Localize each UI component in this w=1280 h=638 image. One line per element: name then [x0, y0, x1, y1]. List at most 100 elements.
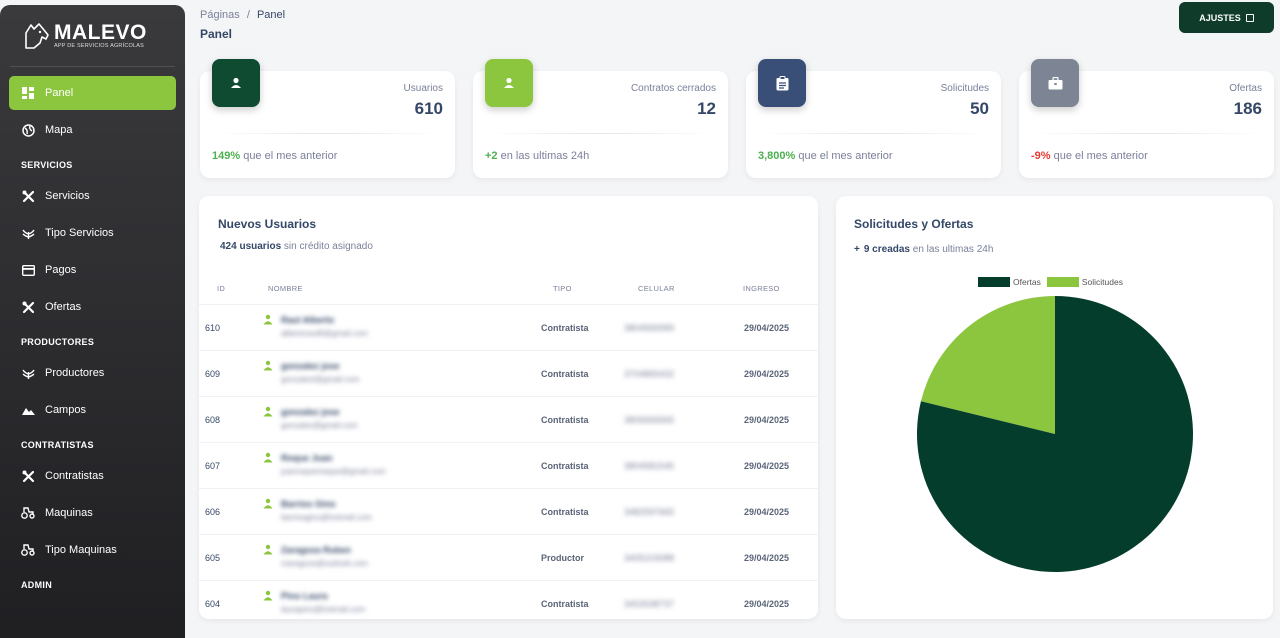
settings-button[interactable]: AJUSTES: [1179, 2, 1274, 33]
created-count: 9 creadas: [863, 244, 910, 255]
cell-type: Contratista: [541, 323, 589, 333]
sidebar-item-label: Pagos: [45, 264, 77, 276]
stat-label: Usuarios: [403, 83, 443, 94]
sidebar-item-maquinas[interactable]: Maquinas: [9, 496, 176, 530]
breadcrumb-separator: /: [246, 9, 250, 21]
divider: [1031, 133, 1262, 134]
table-row[interactable]: 605 Zaragoza Ruben rzaragoza@outlook.com Pr…: [199, 534, 818, 580]
column-header-type[interactable]: TIPO: [553, 284, 572, 293]
table-row[interactable]: 606 Barrios Gino barriosgino@hotmail.com Co…: [199, 488, 818, 534]
cell-id: 604: [205, 599, 221, 609]
stat-card-offers: Ofertas 186 -9% que el mes anterior: [1019, 59, 1274, 178]
legend-label: Ofertas: [1013, 277, 1041, 287]
column-header-date[interactable]: INGRESO: [743, 284, 780, 293]
cell-user: Roque Juan juanroquemaque@gmail.com: [263, 452, 386, 476]
sidebar-item-contratistas[interactable]: Contratistas: [9, 459, 176, 493]
user-email: gonzalezl@gmail.com: [281, 375, 360, 384]
user-name: Raul Alberto: [281, 315, 335, 325]
sidebar-item-pagos[interactable]: Pagos: [9, 253, 176, 287]
agriculture-icon: [21, 226, 35, 240]
legend-item-solicitudes[interactable]: Solicitudes: [1046, 277, 1123, 287]
breadcrumb-root[interactable]: Páginas: [200, 9, 240, 21]
agriculture-icon: [21, 366, 35, 380]
dashboard-icon: [21, 86, 35, 100]
cell-date: 29/04/2025: [744, 369, 790, 379]
stat-card-requests: Solicitudes 50 3,800% que el mes anterior: [746, 59, 1001, 178]
legend-swatch: [978, 277, 1010, 287]
column-header-name[interactable]: NOMBRE: [268, 284, 303, 293]
table-row[interactable]: 607 Roque Juan juanroquemaque@gmail.com Con…: [199, 442, 818, 488]
person-icon: [263, 360, 273, 372]
cell-id: 605: [205, 553, 221, 563]
sidebar-item-tipo-servicios[interactable]: Tipo Servicios: [9, 216, 176, 250]
breadcrumb-current: Panel: [256, 9, 286, 21]
sidebar: MALEVO APP DE SERVICIOS AGRÍCOLAS Panel M…: [0, 5, 185, 638]
stat-label: Contratos cerrados: [630, 83, 716, 94]
cell-phone: 3704865432: [624, 369, 675, 379]
sidebar-item-productores[interactable]: Productores: [9, 356, 176, 390]
cell-phone: 3804581545: [624, 461, 675, 471]
stat-delta-text: en las ultimas 24h: [497, 150, 590, 162]
person-icon: [263, 590, 273, 602]
table-row[interactable]: 604 Pino Laura laurapino@hotmail.com Contra…: [199, 580, 818, 619]
sidebar-item-ofertas[interactable]: Ofertas: [9, 290, 176, 324]
person-icon: [263, 406, 273, 418]
sidebar-item-label: Mapa: [45, 124, 73, 136]
table-row[interactable]: 608 gonzalez jose gonzalez@gmail.com Contra…: [199, 396, 818, 442]
plus-icon: +: [854, 244, 860, 255]
sidebar-item-tipo-maquinas[interactable]: Tipo Maquinas: [9, 533, 176, 567]
user-name: Zaragoza Ruben: [281, 545, 352, 555]
stat-delta-text: que el mes anterior: [1050, 150, 1148, 162]
person-icon: [263, 544, 273, 556]
user-name: Roque Juan: [281, 453, 333, 463]
cell-date: 29/04/2025: [744, 461, 790, 471]
globe-icon: [21, 123, 35, 137]
stat-value: 50: [970, 99, 989, 118]
table-row[interactable]: 610 Raul Alberto albertoraul9@gmail.com Con…: [199, 304, 818, 350]
tools-icon: [21, 189, 35, 203]
cell-phone: 3806566565: [624, 415, 675, 425]
new-users-title: Nuevos Usuarios: [218, 217, 317, 231]
cell-phone: 3804565999: [624, 323, 675, 333]
legend-item-ofertas[interactable]: Ofertas: [978, 277, 1041, 287]
pie-chart: [917, 296, 1193, 572]
legend-label: Solicitudes: [1081, 277, 1123, 287]
sidebar-section-productores: PRODUCTORES: [21, 337, 95, 347]
requests-offers-card: Solicitudes y Ofertas +9 creadas en las …: [836, 196, 1273, 619]
cell-date: 29/04/2025: [744, 323, 790, 333]
cell-type: Contratista: [541, 369, 589, 379]
stat-delta-text: que el mes anterior: [240, 150, 338, 162]
user-email: barriosgino@hotmail.com: [281, 513, 372, 522]
person-icon: [485, 59, 533, 107]
sidebar-item-panel[interactable]: Panel: [9, 76, 176, 110]
landscape-icon: [21, 403, 35, 417]
square-icon: [1245, 13, 1254, 22]
stat-value: 610: [414, 99, 443, 118]
cell-type: Contratista: [541, 507, 589, 517]
sidebar-item-mapa[interactable]: Mapa: [9, 113, 176, 147]
cell-phone: 3402638737: [624, 599, 675, 609]
stat-label: Solicitudes: [940, 83, 989, 94]
sidebar-item-label: Productores: [45, 367, 105, 379]
chart-panel-subtitle: +9 creadas en las ultimas 24h: [854, 244, 993, 255]
sidebar-item-label: Servicios: [45, 190, 90, 202]
sidebar-item-servicios[interactable]: Servicios: [9, 179, 176, 213]
table-row[interactable]: 609 gonzalez jose gonzalezl@gmail.com Contr…: [199, 350, 818, 396]
stat-delta: -9%: [1031, 150, 1051, 162]
clipboard-icon: [758, 59, 806, 107]
user-name: gonzalez jose: [281, 407, 340, 417]
users-count-text: sin crédito asignado: [281, 241, 373, 252]
stat-delta: 149%: [212, 150, 241, 162]
user-name: Barrios Gino: [281, 499, 336, 509]
column-header-id[interactable]: ID: [217, 284, 225, 293]
column-header-phone[interactable]: CELULAR: [638, 284, 675, 293]
user-email: gonzalez@gmail.com: [281, 421, 358, 430]
brand[interactable]: MALEVO APP DE SERVICIOS AGRÍCOLAS: [10, 5, 175, 67]
brand-tagline: APP DE SERVICIOS AGRÍCOLAS: [54, 42, 144, 49]
cell-user: Raul Alberto albertoraul9@gmail.com: [263, 314, 368, 338]
user-email: juanroquemaque@gmail.com: [281, 467, 386, 476]
credit-card-icon: [21, 263, 35, 277]
sidebar-item-campos[interactable]: Campos: [9, 393, 176, 427]
brand-name: MALEVO: [54, 20, 147, 44]
created-text: en las ultimas 24h: [910, 244, 994, 255]
